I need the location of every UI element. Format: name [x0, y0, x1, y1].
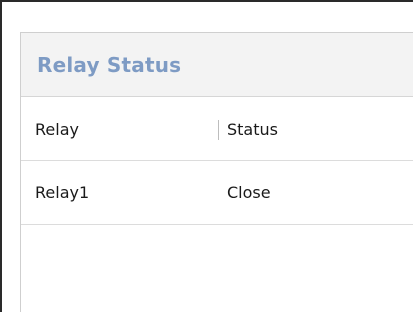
status-cell: Close — [227, 183, 271, 202]
column-header-relay[interactable]: Relay — [21, 120, 218, 139]
panel-header: Relay Status — [21, 33, 413, 97]
relay-cell: Relay1 — [35, 183, 90, 202]
table-header-row: Relay Status — [21, 97, 413, 161]
panel-title: Relay Status — [37, 52, 182, 77]
relay-status-panel: Relay Status Relay Status Relay1 Close — [20, 32, 413, 312]
column-header-status[interactable]: Status — [219, 120, 413, 139]
table-row[interactable]: Relay1 Close — [21, 161, 413, 225]
window-frame: Relay Status Relay Status Relay1 Close — [0, 0, 413, 312]
